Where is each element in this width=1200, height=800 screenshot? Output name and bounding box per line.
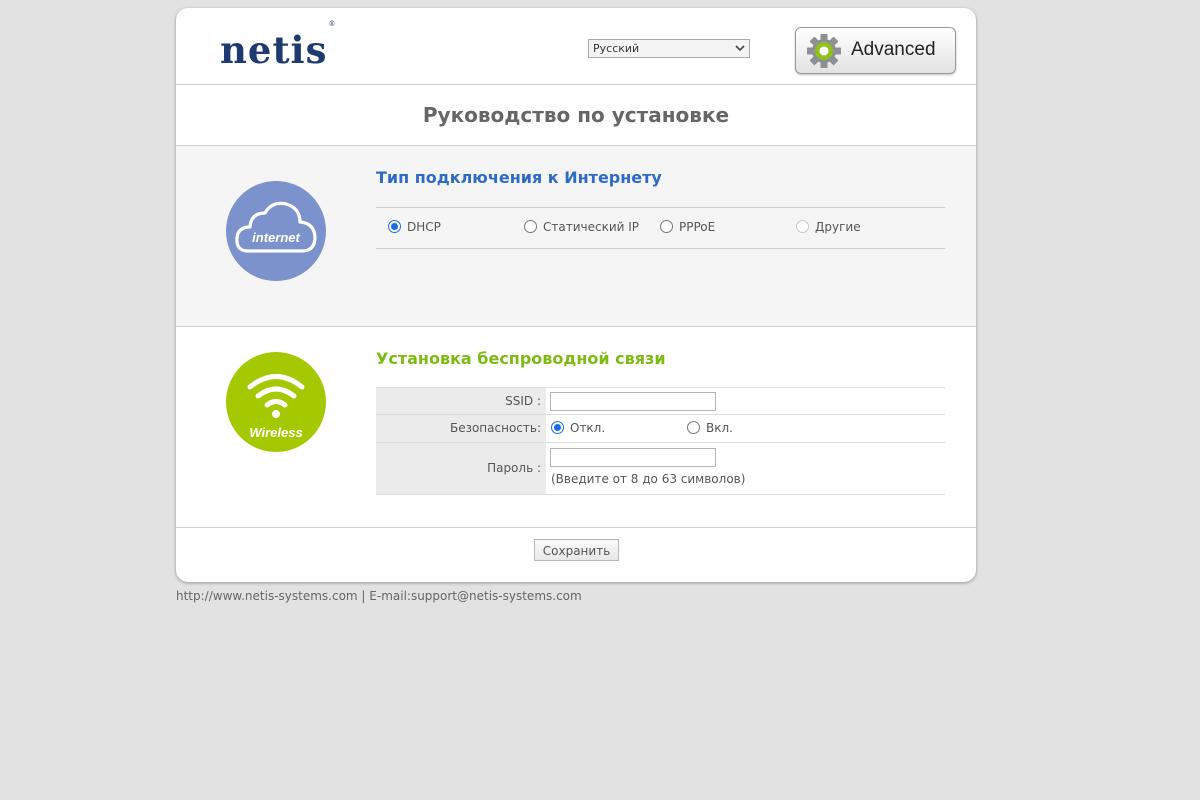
- security-row: Безопасность: Откл. Вкл.: [376, 414, 945, 442]
- save-row: Сохранить: [176, 528, 976, 582]
- language-selected-value: Русский: [593, 42, 640, 55]
- security-on-radio[interactable]: [687, 421, 700, 434]
- netis-logo: netis®: [220, 20, 335, 69]
- gear-icon: [807, 34, 841, 68]
- other-option: Другие: [796, 220, 861, 234]
- pppoe-radio[interactable]: [660, 220, 673, 233]
- connection-type-options: DHCP Статический IP PPPoE Другие: [376, 207, 945, 249]
- internet-cloud-icon: internet: [226, 181, 326, 281]
- security-on-label: Вкл.: [706, 421, 733, 435]
- pppoe-label: PPPoE: [679, 220, 716, 234]
- wireless-wifi-icon: Wireless: [226, 352, 326, 452]
- advanced-button[interactable]: Advanced: [795, 27, 956, 74]
- ssid-input[interactable]: [550, 392, 716, 411]
- password-hint: (Введите от 8 до 63 символов): [551, 472, 746, 486]
- password-input[interactable]: [550, 448, 716, 467]
- footer-links[interactable]: http://www.netis-systems.com | E-mail:su…: [176, 589, 582, 603]
- password-label: Пароль :: [376, 443, 546, 494]
- security-label: Безопасность:: [376, 415, 546, 442]
- security-off-option[interactable]: Откл.: [551, 421, 605, 435]
- ssid-label: SSID :: [376, 388, 546, 414]
- logo-registered-mark: ®: [328, 19, 337, 28]
- chevron-down-icon: [735, 45, 745, 52]
- static-ip-radio[interactable]: [524, 220, 537, 233]
- save-button[interactable]: Сохранить: [534, 539, 619, 561]
- dhcp-radio[interactable]: [388, 220, 401, 233]
- logo-text: netis: [220, 28, 328, 72]
- password-row: Пароль : (Введите от 8 до 63 символов): [376, 442, 945, 495]
- page-title-bar: Руководство по установке: [176, 85, 976, 146]
- wireless-icon-label: Wireless: [249, 425, 302, 440]
- security-off-radio[interactable]: [551, 421, 564, 434]
- security-on-option[interactable]: Вкл.: [687, 421, 733, 435]
- language-select[interactable]: Русский: [588, 39, 750, 58]
- other-radio: [796, 220, 809, 233]
- static-ip-label: Статический IP: [543, 220, 640, 234]
- static-ip-option[interactable]: Статический IP: [524, 220, 639, 234]
- dhcp-label: DHCP: [407, 220, 441, 234]
- security-off-label: Откл.: [570, 421, 606, 435]
- internet-icon-label: internet: [252, 230, 300, 245]
- wireless-settings-table: SSID : Безопасность: Откл. Вкл. Пароль :…: [376, 387, 945, 495]
- header: netis® Русский Advanced: [176, 8, 976, 85]
- wireless-section-title: Установка беспроводной связи: [376, 349, 666, 368]
- page-title: Руководство по установке: [422, 103, 730, 127]
- ssid-row: SSID :: [376, 387, 945, 414]
- dhcp-option[interactable]: DHCP: [388, 220, 441, 234]
- advanced-label: Advanced: [851, 39, 936, 60]
- other-label: Другие: [815, 220, 861, 234]
- wireless-section: Wireless Установка беспроводной связи SS…: [176, 327, 976, 528]
- internet-section: internet Тип подключения к Интернету DHC…: [176, 146, 976, 327]
- setup-panel: netis® Русский Advanced Руководство по у…: [176, 8, 976, 582]
- pppoe-option[interactable]: PPPoE: [660, 220, 715, 234]
- internet-section-title: Тип подключения к Интернету: [376, 168, 662, 187]
